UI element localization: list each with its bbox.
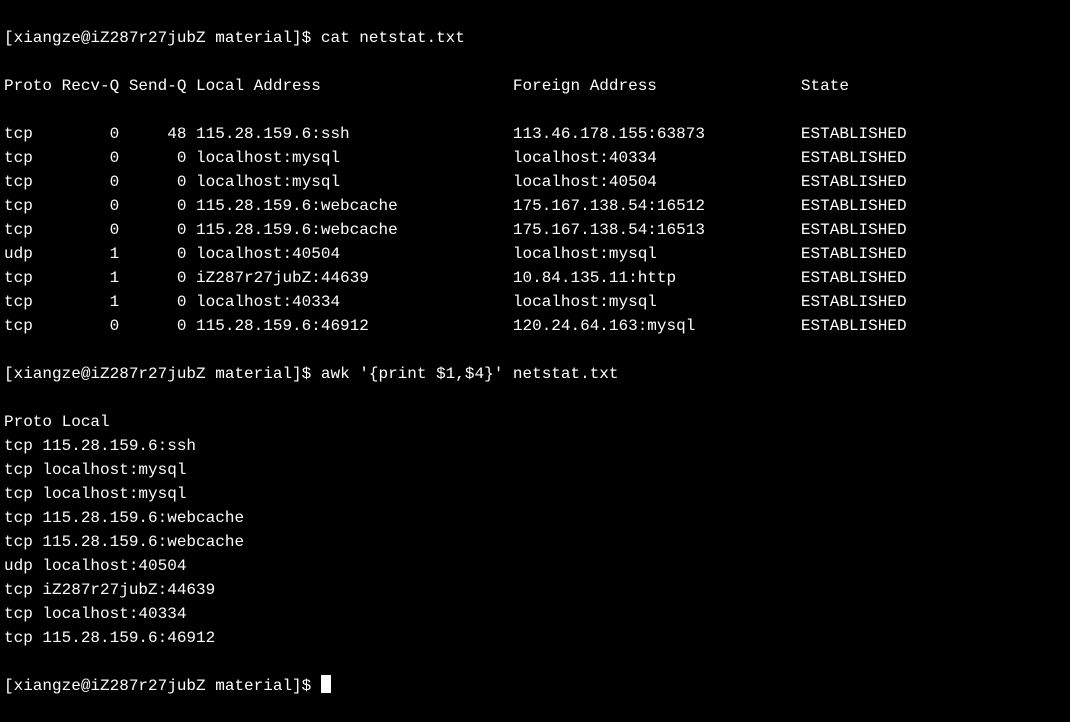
shell-prompt: [xiangze@iZ287r27jubZ material]$	[4, 365, 321, 383]
netstat-row: tcp 1 0 localhost:40334 localhost:mysql …	[4, 290, 1066, 314]
netstat-row: tcp 0 0 localhost:mysql localhost:40334 …	[4, 146, 1066, 170]
awk-output-line: tcp 115.28.159.6:webcache	[4, 506, 1066, 530]
shell-prompt: [xiangze@iZ287r27jubZ material]$	[4, 29, 321, 47]
shell-prompt: [xiangze@iZ287r27jubZ material]$	[4, 677, 321, 695]
awk-output-line: tcp iZ287r27jubZ:44639	[4, 578, 1066, 602]
prompt-line-2: [xiangze@iZ287r27jubZ material]$ awk '{p…	[4, 362, 1066, 386]
awk-output-line: Proto Local	[4, 410, 1066, 434]
prompt-line-3: [xiangze@iZ287r27jubZ material]$	[4, 674, 1066, 698]
netstat-row: tcp 0 0 localhost:mysql localhost:40504 …	[4, 170, 1066, 194]
netstat-row: tcp 1 0 iZ287r27jubZ:44639 10.84.135.11:…	[4, 266, 1066, 290]
netstat-row: udp 1 0 localhost:40504 localhost:mysql …	[4, 242, 1066, 266]
awk-output-line: tcp 115.28.159.6:ssh	[4, 434, 1066, 458]
awk-output-line: tcp 115.28.159.6:webcache	[4, 530, 1066, 554]
terminal-output[interactable]: [xiangze@iZ287r27jubZ material]$ cat net…	[4, 2, 1066, 722]
cursor	[321, 675, 331, 693]
awk-output-line: tcp localhost:mysql	[4, 458, 1066, 482]
netstat-row: tcp 0 0 115.28.159.6:webcache 175.167.13…	[4, 194, 1066, 218]
command-text: awk '{print $1,$4}' netstat.txt	[321, 365, 619, 383]
prompt-line-1: [xiangze@iZ287r27jubZ material]$ cat net…	[4, 26, 1066, 50]
netstat-row: tcp 0 48 115.28.159.6:ssh 113.46.178.155…	[4, 122, 1066, 146]
awk-output-line: tcp localhost:40334	[4, 602, 1066, 626]
awk-output-line: tcp 115.28.159.6:46912	[4, 626, 1066, 650]
awk-output-line: udp localhost:40504	[4, 554, 1066, 578]
netstat-row: tcp 0 0 115.28.159.6:webcache 175.167.13…	[4, 218, 1066, 242]
netstat-header: Proto Recv-Q Send-Q Local Address Foreig…	[4, 74, 1066, 98]
command-text: cat netstat.txt	[321, 29, 465, 47]
netstat-row: tcp 0 0 115.28.159.6:46912 120.24.64.163…	[4, 314, 1066, 338]
awk-output-line: tcp localhost:mysql	[4, 482, 1066, 506]
